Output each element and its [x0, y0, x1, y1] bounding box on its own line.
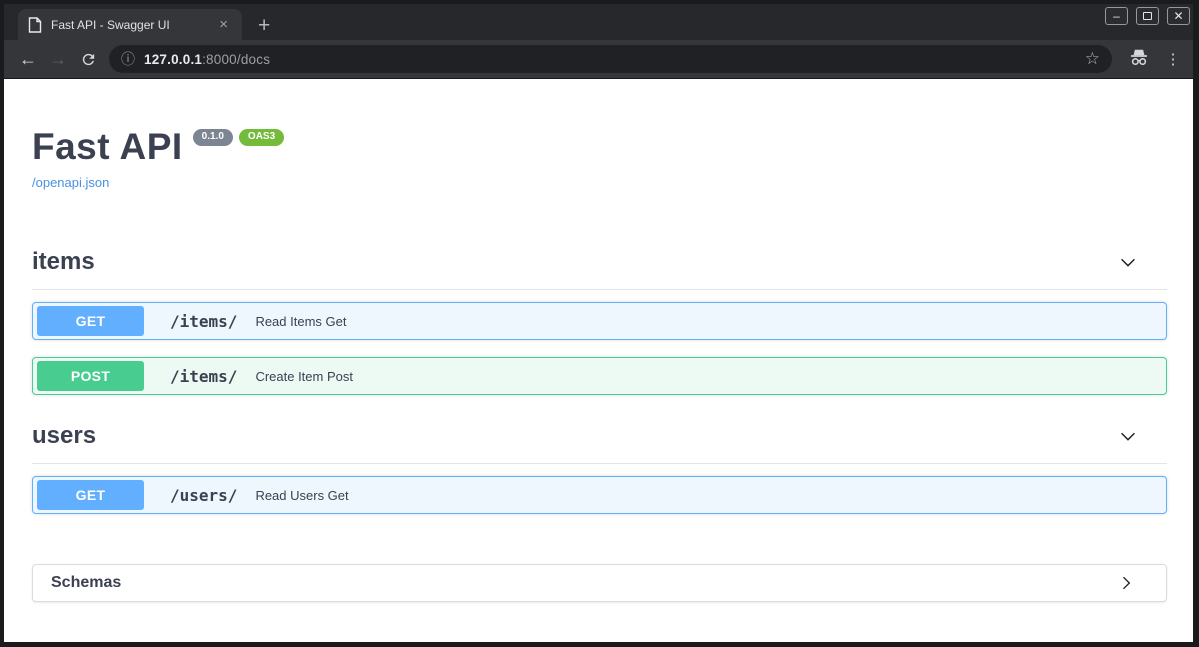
http-method-badge: GET: [37, 480, 144, 510]
endpoint-summary: Create Item Post: [255, 368, 353, 384]
operation-row[interactable]: GET /users/ Read Users Get: [32, 476, 1167, 514]
schemas-title: Schemas: [51, 574, 122, 591]
url-text: 127.0.0.1:8000/docs: [144, 52, 270, 67]
site-info-icon[interactable]: ⓘ: [121, 49, 135, 69]
endpoint-path: /users/: [170, 485, 238, 505]
browser-menu-icon[interactable]: ⋮: [1162, 50, 1184, 68]
title-bar: Fast API - Swagger UI × + – ✕: [4, 4, 1193, 40]
endpoint-path: /items/: [170, 366, 238, 386]
browser-toolbar: ← → ⓘ 127.0.0.1:8000/docs ☆ ⋮: [4, 40, 1193, 79]
back-icon[interactable]: ←: [13, 50, 43, 68]
maximize-button[interactable]: [1136, 7, 1159, 25]
openapi-spec-link[interactable]: /openapi.json: [32, 175, 109, 190]
section-items: items GET /items/ Read Items Get POST /i…: [32, 248, 1167, 395]
chevron-down-icon[interactable]: [1117, 251, 1167, 273]
page-title: Fast API: [32, 126, 183, 167]
section-users: users GET /users/ Read Users Get: [32, 422, 1167, 514]
endpoint-path: /items/: [170, 311, 238, 331]
bookmark-star-icon[interactable]: ☆: [1085, 49, 1100, 69]
section-title: items: [32, 248, 95, 275]
reload-icon[interactable]: [73, 51, 103, 68]
page-favicon-icon: [28, 16, 42, 33]
minimize-button[interactable]: –: [1105, 7, 1128, 25]
oas3-badge: OAS3: [238, 129, 285, 146]
url-path: :8000/docs: [202, 51, 271, 67]
forward-icon[interactable]: →: [43, 50, 73, 68]
close-button[interactable]: ✕: [1167, 7, 1190, 25]
section-users-header[interactable]: users: [32, 422, 1167, 464]
section-title: users: [32, 422, 97, 449]
new-tab-button[interactable]: +: [258, 15, 270, 36]
tab-title: Fast API - Swagger UI: [51, 17, 170, 32]
http-method-badge: GET: [37, 306, 144, 336]
url-bar[interactable]: ⓘ 127.0.0.1:8000/docs ☆: [109, 45, 1112, 73]
window-controls: – ✕: [1105, 4, 1190, 40]
chevron-down-icon[interactable]: [1117, 425, 1167, 447]
browser-window: Fast API - Swagger UI × + – ✕ ← → ⓘ 127.…: [0, 0, 1199, 647]
browser-tab[interactable]: Fast API - Swagger UI ×: [18, 9, 242, 40]
page-content: Fast API 0.1.0 OAS3 /openapi.json items …: [4, 79, 1193, 642]
incognito-icon: [1128, 47, 1150, 72]
url-host: 127.0.0.1: [144, 51, 203, 67]
version-badge: 0.1.0: [192, 129, 233, 146]
operation-row[interactable]: GET /items/ Read Items Get: [32, 302, 1167, 340]
endpoint-summary: Read Users Get: [255, 487, 349, 503]
tab-close-icon[interactable]: ×: [215, 15, 232, 34]
maximize-icon: [1143, 12, 1152, 20]
endpoint-summary: Read Items Get: [255, 313, 347, 329]
http-method-badge: POST: [37, 361, 144, 391]
title-badges: 0.1.0 OAS3: [192, 129, 285, 146]
chevron-right-icon[interactable]: [1116, 573, 1146, 593]
operation-row[interactable]: POST /items/ Create Item Post: [32, 357, 1167, 395]
schemas-section[interactable]: Schemas: [32, 564, 1167, 602]
section-items-header[interactable]: items: [32, 248, 1167, 290]
